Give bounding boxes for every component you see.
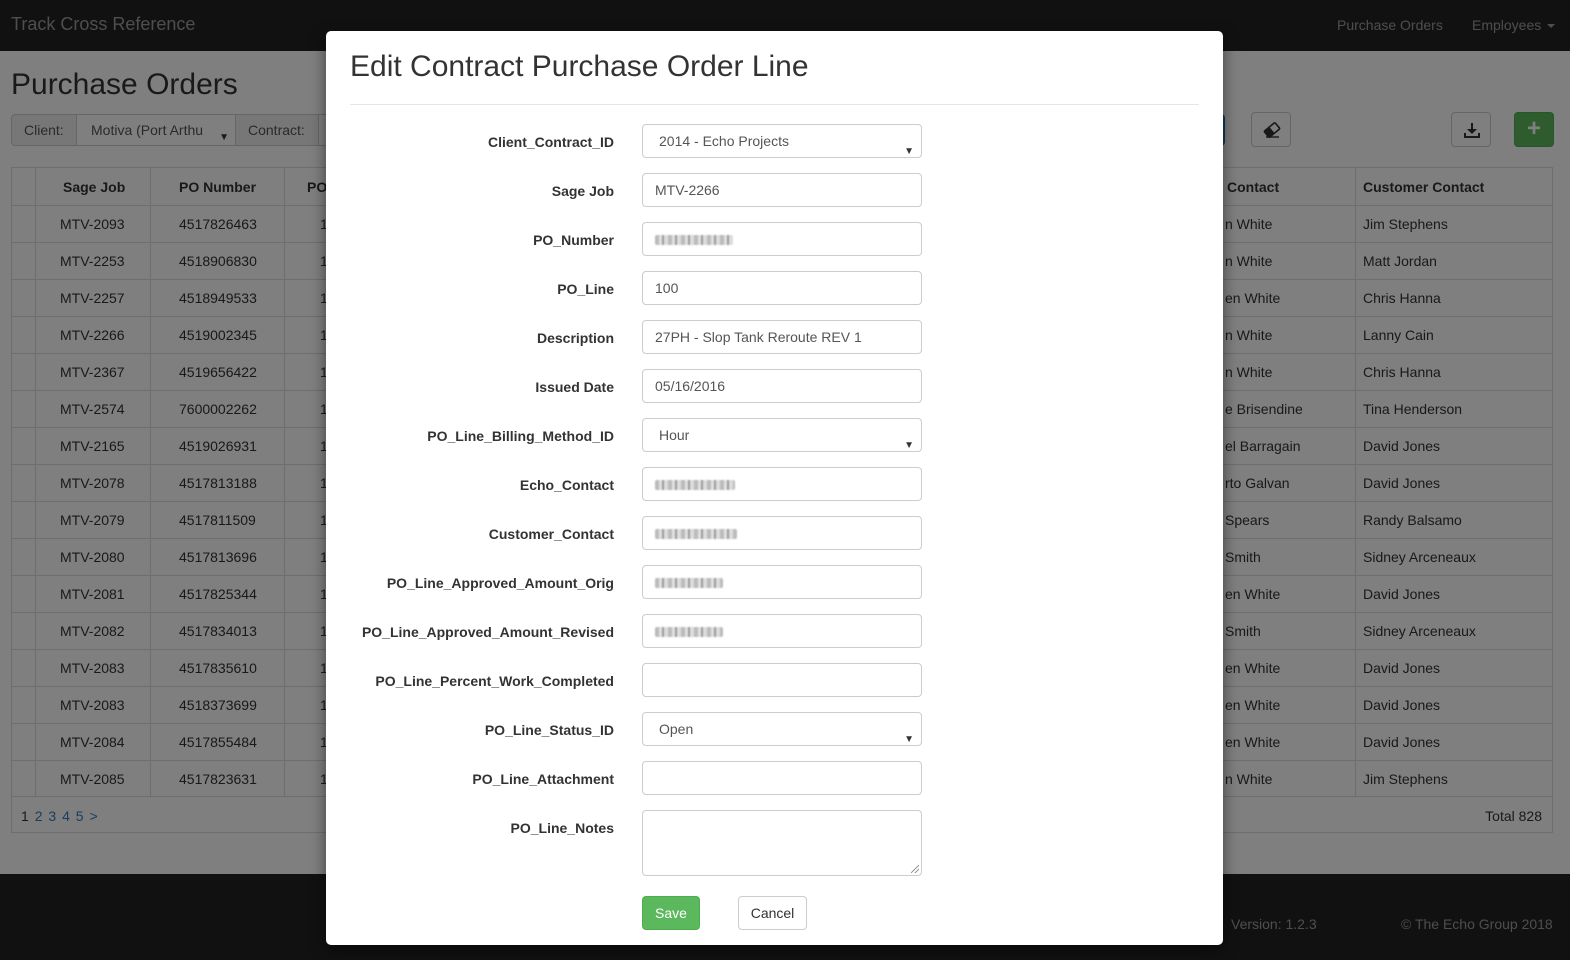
redacted-value [655,627,723,638]
description-value: 27PH - Slop Tank Reroute REV 1 [655,329,862,345]
save-button[interactable]: Save [642,896,700,930]
po-line-status-id-label: PO_Line_Status_ID [484,722,614,738]
select-arrow-icon: ▼ [904,146,914,157]
po-line-billing-method-id-value: Hour [659,427,690,443]
sage-job-input[interactable]: MTV-2266 [642,173,922,207]
issued-date-value: 05/16/2016 [655,378,726,394]
edit-po-line-modal: Edit Contract Purchase Order Line Client… [326,31,1223,945]
select-arrow-icon: ▼ [904,734,914,745]
notes-textarea[interactable] [642,810,922,876]
sage-job-label: Sage Job [551,183,614,199]
client-contract-id-label: Client_Contract_ID [487,134,614,150]
po-line-status-id-select[interactable]: Open ▼ [642,712,922,746]
resize-handle-icon[interactable] [911,865,919,873]
issued-date-label: Issued Date [535,379,614,395]
po-line-approved-amount-revised-input[interactable] [642,614,922,648]
po-line-percent-work-completed-input[interactable] [642,663,922,697]
sage-job-value: MTV-2266 [655,182,720,198]
po-line-billing-method-id-label: PO_Line_Billing_Method_ID [427,428,614,444]
customer-contact-input[interactable] [642,516,922,550]
po-number-label: PO_Number [533,232,614,248]
po-line-status-id-value: Open [659,721,694,737]
po-line-attachment-input[interactable] [642,761,922,795]
customer-contact-label: Customer_Contact [488,526,614,542]
po-number-input[interactable] [642,222,922,256]
issued-date-input[interactable]: 05/16/2016 [642,369,922,403]
po-line-approved-amount-orig-input[interactable] [642,565,922,599]
description-label: Description [536,330,614,346]
po-line-billing-method-id-select[interactable]: Hour ▼ [642,418,922,452]
client-contract-id-select[interactable]: 2014 - Echo Projects ▼ [642,124,922,158]
notes-label: PO_Line_Notes [510,820,614,836]
po-line-input[interactable]: 100 [642,271,922,305]
description-input[interactable]: 27PH - Slop Tank Reroute REV 1 [642,320,922,354]
redacted-value [655,235,733,246]
po-line-percent-work-completed-label: PO_Line_Percent_Work_Completed [375,673,614,689]
cancel-button[interactable]: Cancel [738,896,807,930]
modal-title: Edit Contract Purchase Order Line [350,50,809,83]
po-line-label: PO_Line [557,281,614,297]
po-line-approved-amount-revised-label: PO_Line_Approved_Amount_Revised [361,624,614,640]
redacted-value [655,480,735,491]
echo-contact-label: Echo_Contact [519,477,614,493]
select-arrow-icon: ▼ [904,440,914,451]
po-line-approved-amount-orig-label: PO_Line_Approved_Amount_Orig [386,575,614,591]
po-line-attachment-label: PO_Line_Attachment [472,771,614,787]
redacted-value [655,529,737,540]
modal-header-divider [350,104,1199,105]
po-line-value: 100 [655,280,679,296]
echo-contact-input[interactable] [642,467,922,501]
client-contract-id-value: 2014 - Echo Projects [659,133,789,149]
redacted-value [655,578,723,589]
